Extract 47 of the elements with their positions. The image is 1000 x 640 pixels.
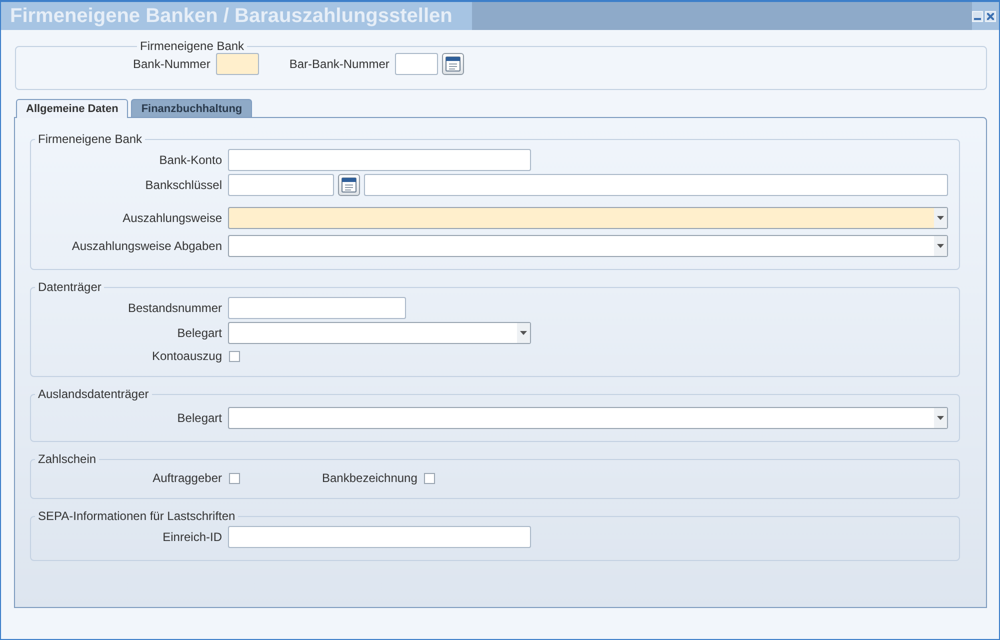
checkbox[interactable] [229,350,240,362]
dropdown[interactable] [228,322,531,344]
field-label: Belegart [176,411,223,425]
caret-icon [937,416,944,420]
document-icon [341,177,357,193]
caret-icon [937,244,944,248]
field-label: Einreich-ID [162,530,223,544]
group-title: Firmeneigene Bank [139,39,246,53]
group-title: Auslandsdatenträger [37,387,150,401]
text-field[interactable] [228,174,334,196]
dropdown[interactable] [228,407,948,429]
field-label: Bank-Nummer [133,57,212,71]
field-label: Bar-Bank-Nummer [289,57,390,71]
document-icon [445,56,462,72]
tab[interactable]: Finanzbuchhaltung [131,99,252,117]
field-label: Kontoauszug [150,349,223,363]
dropdown[interactable] [228,235,948,257]
field-label: Auszahlungsweise Abgaben [70,239,223,253]
field-label: Bankbezeichnung [322,471,418,485]
close-icon [987,12,994,20]
text-field[interactable] [395,53,438,75]
checkbox[interactable] [229,472,240,484]
text-field[interactable] [228,149,531,171]
lookup-button[interactable] [442,53,464,75]
text-field[interactable] [228,297,406,319]
field-label: Bank-Konto [158,153,223,167]
caret-icon [937,216,944,220]
minimize-button[interactable] [972,10,983,22]
dropdown[interactable] [228,207,948,229]
text-field[interactable] [364,174,948,196]
group-title: Zahlschein [37,452,98,466]
field-label: Auftraggeber [152,471,223,485]
field-label: Bestandsnummer [126,301,223,315]
group-title: Firmeneigene Bank [37,132,144,146]
text-field[interactable] [228,526,531,548]
text-field[interactable] [216,53,260,75]
lookup-button[interactable] [338,174,360,196]
field-label: Bankschlüssel [144,178,223,192]
close-button[interactable] [985,10,996,22]
checkbox[interactable] [424,472,436,484]
group-title: Datenträger [37,280,102,294]
window-title: Firmeneigene Banken / Barauszahlungsstellen [1,2,472,30]
field-label: Auszahlungsweise [122,211,223,225]
caret-icon [520,331,527,335]
tab[interactable]: Allgemeine Daten [16,99,128,118]
field-label: Belegart [176,326,223,340]
group-title: SEPA-Informationen für Lastschriften [37,509,236,523]
